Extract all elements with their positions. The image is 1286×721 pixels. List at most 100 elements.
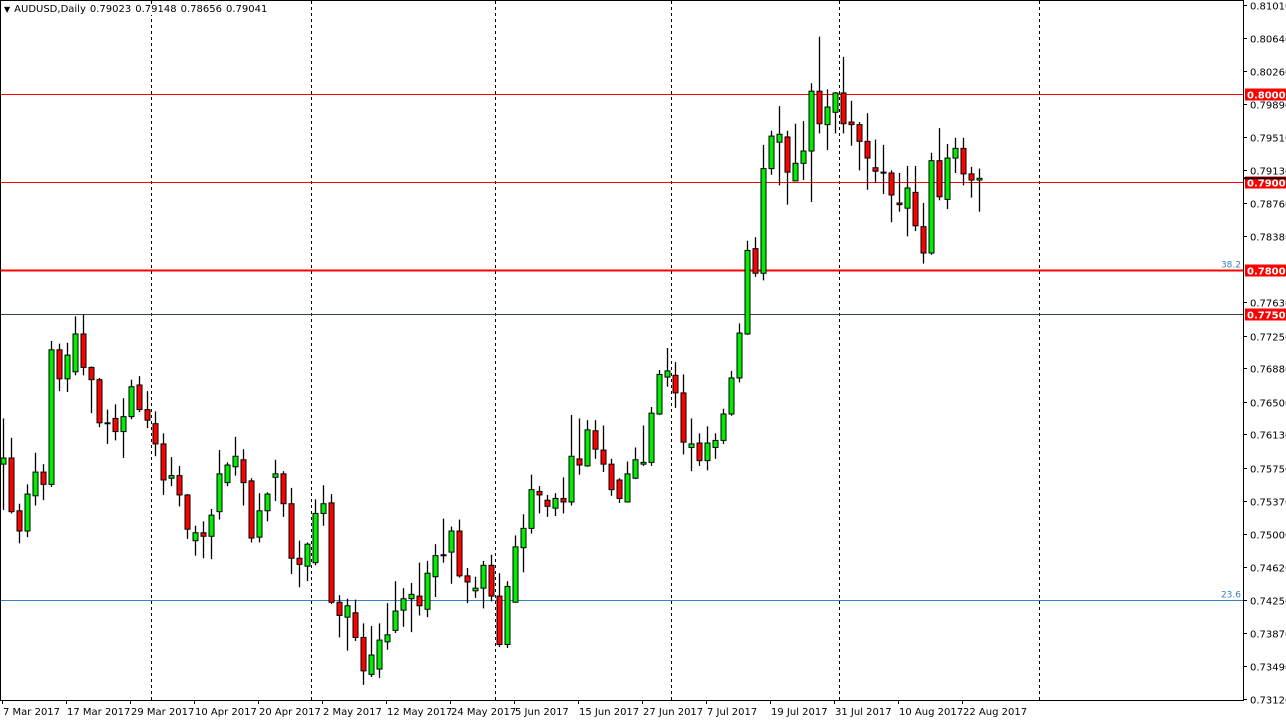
open-value: 0.79023 <box>89 4 132 15</box>
fibo-level-label: 38.2 <box>1221 261 1241 271</box>
bullish-candle <box>808 90 815 152</box>
bullish-candle <box>704 442 711 462</box>
bearish-candle <box>352 612 359 638</box>
date-label: 29 Mar 2017 <box>131 707 194 718</box>
bullish-candle <box>480 564 487 589</box>
bearish-candle <box>8 457 15 513</box>
bearish-candle <box>280 473 287 505</box>
level-price-label: 0.79000 <box>1247 179 1286 190</box>
bearish-candle <box>960 147 967 175</box>
bearish-candle <box>80 333 87 368</box>
price-tick-label: 0.79890 <box>1250 101 1286 112</box>
price-tick-label: 0.76130 <box>1250 431 1286 442</box>
price-tick-label: 0.79510 <box>1250 134 1286 145</box>
bearish-candle <box>248 480 255 539</box>
bullish-candle <box>624 473 631 503</box>
bullish-candle <box>312 512 319 564</box>
chart-header: ▼ AUDUSD,Daily 0.79023 0.79148 0.78656 0… <box>4 4 270 15</box>
triangle-down-icon[interactable]: ▼ <box>4 5 10 14</box>
bullish-candle <box>664 370 671 378</box>
bearish-candle <box>616 479 623 499</box>
bearish-candle <box>96 379 103 424</box>
date-label: 31 Jul 2017 <box>835 707 892 718</box>
bearish-candle <box>40 471 47 485</box>
bullish-candle <box>48 349 55 485</box>
bullish-candle <box>448 530 455 553</box>
bearish-candle <box>544 499 551 507</box>
bearish-candle <box>968 173 975 181</box>
bearish-candle <box>144 409 151 421</box>
bullish-candle <box>512 546 519 603</box>
bearish-candle <box>184 494 191 530</box>
bearish-candle <box>176 475 183 496</box>
high-value: 0.79148 <box>135 4 177 15</box>
bullish-candle <box>760 168 767 274</box>
date-label: 2 May 2017 <box>323 707 382 718</box>
date-label: 10 Apr 2017 <box>195 707 257 718</box>
bullish-candle <box>768 135 775 170</box>
price-tick-label: 0.75370 <box>1250 498 1286 509</box>
bullish-candle <box>640 461 647 465</box>
date-label: 5 Jun 2017 <box>515 707 569 718</box>
bullish-candle <box>776 133 783 143</box>
bullish-candle <box>72 333 79 373</box>
bullish-candle <box>384 634 391 643</box>
bearish-candle <box>336 601 343 616</box>
bearish-candle <box>240 459 247 484</box>
bullish-candle <box>264 493 271 512</box>
price-tick-label: 0.80640 <box>1250 35 1286 46</box>
price-tick-label: 0.81010 <box>1250 2 1286 13</box>
bullish-candle <box>192 532 199 542</box>
bullish-candle <box>568 455 575 503</box>
bullish-candle <box>944 157 951 200</box>
date-label: 19 Jul 2017 <box>771 707 828 718</box>
bullish-candle <box>792 162 799 182</box>
low-value: 0.78656 <box>180 4 222 15</box>
bullish-candle <box>528 489 535 529</box>
bearish-candle <box>856 124 863 142</box>
bullish-candle <box>736 332 743 379</box>
bullish-candle <box>952 147 959 159</box>
bullish-candle <box>520 527 527 549</box>
bearish-candle <box>896 202 903 206</box>
bearish-candle <box>160 443 167 481</box>
bullish-candle <box>824 106 831 126</box>
bearish-candle <box>496 595 503 645</box>
price-tick-label: 0.73490 <box>1250 663 1286 674</box>
bearish-candle <box>152 423 159 445</box>
bearish-candle <box>696 442 703 462</box>
bullish-candle <box>344 605 351 618</box>
bullish-candle <box>320 503 327 514</box>
bearish-candle <box>560 497 567 503</box>
bearish-candle <box>840 92 847 125</box>
bullish-candle <box>368 654 375 675</box>
bullish-candle <box>584 429 591 467</box>
bearish-candle <box>608 463 615 491</box>
bullish-candle <box>24 493 31 532</box>
bearish-candle <box>864 140 871 159</box>
bullish-candle <box>928 160 935 254</box>
bullish-candle <box>904 187 911 209</box>
date-label: 15 Jun 2017 <box>579 707 639 718</box>
price-chart[interactable]: 0.81010 0.80640 0.80260 0.79890 0.79510 0.791… <box>0 0 1286 721</box>
price-tick-label: 0.79130 <box>1250 167 1286 178</box>
date-label: 22 Aug 2017 <box>963 707 1027 718</box>
bullish-candle <box>400 598 407 611</box>
price-tick-label: 0.76500 <box>1250 399 1286 410</box>
bullish-candle <box>688 443 695 448</box>
bullish-candle <box>424 572 431 610</box>
bullish-candle <box>120 416 127 433</box>
price-tick-label: 0.77250 <box>1250 333 1286 344</box>
bullish-candle <box>272 473 279 478</box>
bearish-candle <box>416 595 423 607</box>
fibo-level-label: 23.6 <box>1221 591 1241 601</box>
bullish-candle <box>392 610 399 631</box>
level-price-label: 0.80000 <box>1247 91 1286 102</box>
date-label: 7 Mar 2017 <box>3 707 60 718</box>
bullish-candle <box>504 585 511 645</box>
bullish-candle <box>656 373 663 415</box>
bearish-candle <box>456 530 463 577</box>
bearish-candle <box>936 160 943 198</box>
bearish-candle <box>488 564 495 597</box>
bullish-candle <box>432 555 439 578</box>
